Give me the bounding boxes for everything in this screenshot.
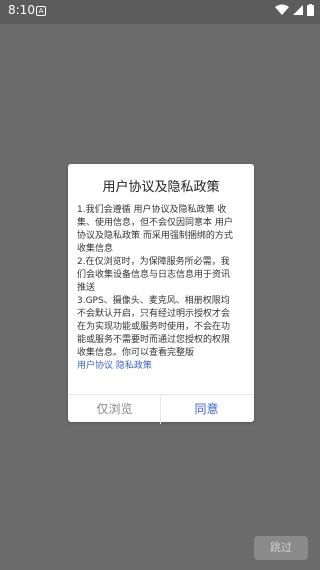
user-agreement-link[interactable]: 用户协议 <box>77 361 113 371</box>
status-time: 8:10 <box>8 3 35 17</box>
battery-icon <box>307 4 314 16</box>
browse-only-button[interactable]: 仅浏览 <box>68 395 161 424</box>
body-line: 集、使用信息，但不会仅因同意本 用户 <box>77 218 233 228</box>
body-line: 收集信息。你可以查看完整版 <box>77 348 195 358</box>
body-line: 3.GPS、摄像头、麦克风、相册权限均 <box>77 296 230 306</box>
body-line: 收集信息 <box>77 244 114 254</box>
body-line: 推送 <box>77 283 96 293</box>
agree-button[interactable]: 同意 <box>160 395 253 424</box>
policy-links: 用户协议 隐私政策 <box>77 360 247 373</box>
body-line: 能或服务不需要时而通过您授权的权限 <box>77 335 231 345</box>
body-line: 1.我们会遵循 用户协议及隐私政策 收 <box>77 205 227 215</box>
body-line: 不会默认开启，只有经过明示授权才会 <box>77 309 231 319</box>
signal-icon <box>293 5 303 15</box>
status-icons <box>275 4 314 16</box>
skip-button[interactable]: 跳过 <box>254 536 308 560</box>
privacy-policy-link[interactable]: 隐私政策 <box>116 361 152 371</box>
wifi-icon <box>275 4 289 15</box>
privacy-dialog: 用户协议及隐私政策 1.我们会遵循 用户协议及隐私政策 收 集、使用信息，但不会… <box>68 164 254 422</box>
body-line: 2.在仅浏览时，为保障服务所必需，我 <box>77 257 230 267</box>
body-line: 们会收集设备信息与日志信息用于资讯 <box>77 270 231 280</box>
dialog-title: 用户协议及隐私政策 <box>102 180 220 195</box>
dialog-body: 1.我们会遵循 用户协议及隐私政策 收 集、使用信息，但不会仅因同意本 用户 协… <box>77 204 247 373</box>
body-line: 在为实现功能或服务时使用，不会在功 <box>77 322 231 332</box>
status-bar: 8:10 A <box>0 0 320 24</box>
app-notification-icon: A <box>36 6 46 16</box>
body-line: 协议及隐私政策 而采用强制捆绑的方式 <box>77 231 233 241</box>
